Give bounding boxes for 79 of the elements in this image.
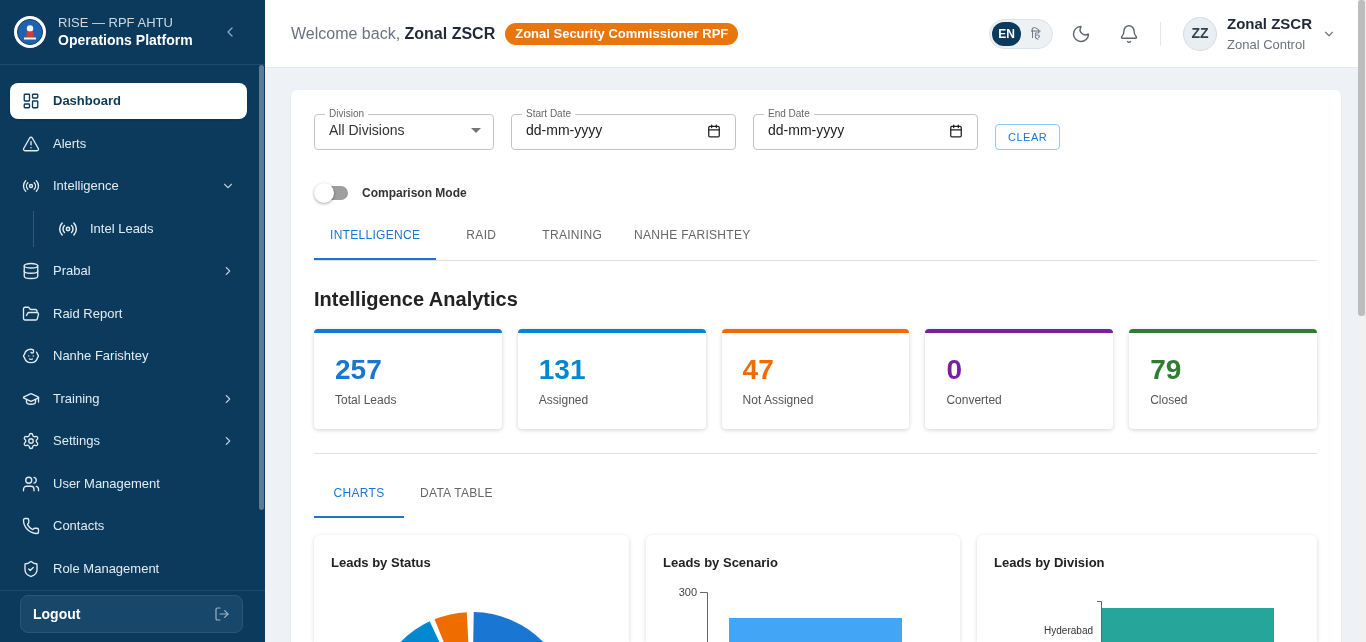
chart-title: Leads by Division bbox=[993, 555, 1106, 571]
shield-check-icon bbox=[22, 559, 40, 578]
y-axis bbox=[1096, 601, 1102, 642]
field-label: End Date bbox=[767, 108, 811, 120]
scrollbar-thumb[interactable] bbox=[1358, 0, 1365, 316]
stat-value: 0 bbox=[946, 354, 963, 386]
chart-title: Leads by Scenario bbox=[662, 555, 779, 571]
stat-label: Not Assigned bbox=[742, 392, 815, 408]
pie-slice bbox=[434, 612, 469, 642]
phone-icon bbox=[22, 517, 40, 535]
axis-tick-label: 300 bbox=[678, 586, 697, 598]
chart-title: Leads by Status bbox=[330, 555, 432, 571]
moon-icon[interactable] bbox=[1071, 23, 1091, 44]
logout-button[interactable]: Logout bbox=[20, 595, 243, 633]
nav-item[interactable]: Raid Report bbox=[10, 295, 247, 332]
nav-item[interactable]: Contacts bbox=[10, 508, 247, 544]
switch-label: Comparison Mode bbox=[362, 185, 467, 202]
nav-item[interactable]: Intelligence bbox=[10, 168, 247, 204]
nav-item[interactable]: Nanhe Farishtey bbox=[10, 338, 247, 374]
user-avatar[interactable]: ZZ bbox=[1183, 16, 1217, 51]
database-icon bbox=[22, 262, 40, 280]
field-label: Start Date bbox=[525, 108, 573, 120]
baby-face-icon bbox=[22, 347, 40, 365]
stat-label: Assigned bbox=[538, 392, 590, 408]
warning-icon bbox=[22, 134, 40, 153]
scrollbar-thumb[interactable] bbox=[258, 65, 264, 510]
settings-icon bbox=[22, 432, 40, 450]
role-badge: Zonal Security Commissioner RPF bbox=[505, 22, 739, 45]
caret-icon bbox=[471, 128, 481, 133]
tab[interactable]: DATA TABLE bbox=[404, 470, 509, 518]
broadcast-icon bbox=[22, 177, 40, 195]
nav-item[interactable]: Prabal bbox=[10, 253, 247, 289]
pie-slice bbox=[473, 612, 544, 642]
nav-subitem[interactable]: Intel Leads bbox=[46, 210, 247, 247]
folder-icon bbox=[22, 304, 40, 323]
stat-label: Closed bbox=[1150, 392, 1189, 408]
division-select[interactable]: Division All Divisions bbox=[314, 108, 494, 150]
app-subtitle: Operations Platform bbox=[58, 30, 194, 50]
logo-icon bbox=[14, 16, 46, 48]
tab[interactable]: RAID bbox=[436, 212, 527, 260]
user-role: Zonal Control bbox=[1227, 36, 1307, 53]
date-input[interactable]: dd-mm-yyyy bbox=[526, 120, 707, 141]
notifications-bell-icon[interactable] bbox=[1119, 23, 1139, 44]
section-title: Intelligence Analytics bbox=[314, 287, 519, 312]
axis-category-label: Hyderabad bbox=[1044, 625, 1093, 636]
stat-label: Total Leads bbox=[335, 392, 398, 408]
nav-item[interactable]: User Management bbox=[10, 465, 247, 502]
users-icon bbox=[22, 474, 40, 493]
nav-item[interactable]: Role Management bbox=[10, 550, 247, 587]
date-field[interactable]: End Date dd-mm-yyyy bbox=[753, 108, 978, 150]
tab[interactable]: CHARTS bbox=[314, 470, 404, 518]
calendar-icon[interactable] bbox=[707, 123, 721, 138]
clear-button[interactable]: CLEAR bbox=[995, 124, 1061, 150]
tab[interactable]: NANHE FARISHTEY bbox=[618, 212, 767, 260]
grid-icon bbox=[22, 92, 40, 110]
stat-value: 47 bbox=[742, 354, 775, 386]
nav-item[interactable]: Alerts bbox=[10, 125, 247, 162]
nav-item[interactable]: Training bbox=[10, 380, 247, 417]
logout-icon bbox=[214, 606, 230, 622]
nav-item[interactable]: Dashboard bbox=[10, 83, 247, 119]
stat-value: 79 bbox=[1150, 354, 1183, 386]
stat-value: 131 bbox=[538, 354, 587, 386]
language-option[interactable]: EN bbox=[992, 21, 1021, 46]
stat-value: 257 bbox=[335, 354, 383, 386]
welcome-message: Welcome back, Zonal ZSCR bbox=[291, 23, 496, 44]
tab[interactable]: INTELLIGENCE bbox=[314, 212, 437, 260]
date-field[interactable]: Start Date dd-mm-yyyy bbox=[511, 108, 736, 150]
pie-slice bbox=[400, 621, 440, 642]
toggle-switch[interactable] bbox=[314, 183, 350, 203]
language-option[interactable]: हि bbox=[1021, 21, 1050, 46]
field-label: Division bbox=[328, 108, 365, 120]
tab[interactable]: TRAINING bbox=[526, 212, 619, 260]
stat-label: Converted bbox=[946, 392, 1003, 408]
y-axis bbox=[699, 592, 708, 642]
calendar-icon[interactable] bbox=[949, 123, 963, 138]
app-title: RISE — RPF AHTU bbox=[58, 14, 174, 31]
user-name: Zonal ZSCR bbox=[1227, 14, 1312, 33]
nav-item[interactable]: Settings bbox=[10, 423, 247, 459]
date-input[interactable]: dd-mm-yyyy bbox=[768, 120, 949, 141]
